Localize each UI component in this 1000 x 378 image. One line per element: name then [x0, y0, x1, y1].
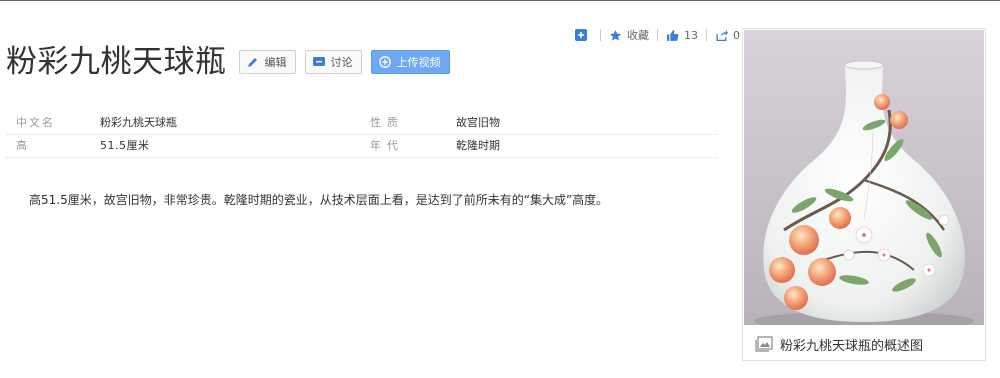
vase-image[interactable]	[744, 30, 984, 325]
plus-box-icon	[575, 29, 587, 41]
gallery-icon	[755, 336, 773, 352]
thumbs-up-icon	[667, 29, 679, 41]
vase-illustration	[744, 30, 984, 325]
field-name: 中文名	[16, 116, 55, 129]
field-name: 性质	[370, 116, 404, 129]
discuss-button[interactable]: 讨论	[304, 50, 362, 74]
basic-info-row: 高 51.5厘米 年代 乾隆时期	[6, 135, 718, 158]
image-caption[interactable]: 粉彩九桃天球瓶的概述图	[755, 334, 923, 354]
star-icon	[609, 29, 622, 41]
field-value: 粉彩九桃天球瓶	[100, 116, 177, 129]
field-value: 51.5厘米	[100, 139, 150, 152]
field-value: 故宫旧物	[456, 116, 500, 129]
title-row: 粉彩九桃天球瓶 编辑 讨论 上传视频	[6, 40, 459, 84]
basic-info-table: 中文名 粉彩九桃天球瓶 性质 故宫旧物 高 51.5厘米 年代 乾隆时期	[6, 112, 718, 158]
edit-label: 编辑	[264, 56, 287, 69]
share-icon	[716, 29, 728, 41]
upload-video-label: 上传视频	[396, 56, 441, 69]
chat-icon	[312, 55, 326, 69]
field-name: 年代	[370, 139, 404, 152]
upload-video-button[interactable]: 上传视频	[370, 50, 450, 74]
edit-button[interactable]: 编辑	[238, 50, 296, 74]
like-count: 13	[684, 28, 698, 42]
top-border	[0, 0, 1000, 1]
field-name: 高	[16, 139, 29, 152]
basic-info-row: 中文名 粉彩九桃天球瓶 性质 故宫旧物	[6, 112, 718, 135]
share-count: 0	[733, 28, 740, 42]
share-bar: 收藏 13 0	[575, 27, 740, 43]
collect-button[interactable]: 收藏	[609, 27, 649, 43]
field-value: 乾隆时期	[456, 139, 500, 152]
summary-paragraph: 高51.5厘米，故宫旧物，非常珍贵。乾隆时期的瓷业，从技术层面上看，是达到了前所…	[29, 193, 609, 207]
divider	[657, 29, 658, 41]
summary-image-card[interactable]: 粉彩九桃天球瓶的概述图	[742, 28, 986, 361]
collect-label: 收藏	[627, 29, 649, 42]
pencil-icon	[246, 55, 260, 69]
discuss-label: 讨论	[330, 56, 353, 69]
plus-circle-icon	[378, 55, 392, 69]
divider	[600, 29, 601, 41]
add-entry-button[interactable]	[575, 29, 592, 41]
like-button[interactable]: 13	[666, 29, 698, 42]
divider	[706, 29, 707, 41]
share-button[interactable]: 0	[715, 29, 740, 42]
page-title: 粉彩九桃天球瓶	[6, 44, 227, 80]
caption-text: 粉彩九桃天球瓶的概述图	[780, 338, 924, 354]
